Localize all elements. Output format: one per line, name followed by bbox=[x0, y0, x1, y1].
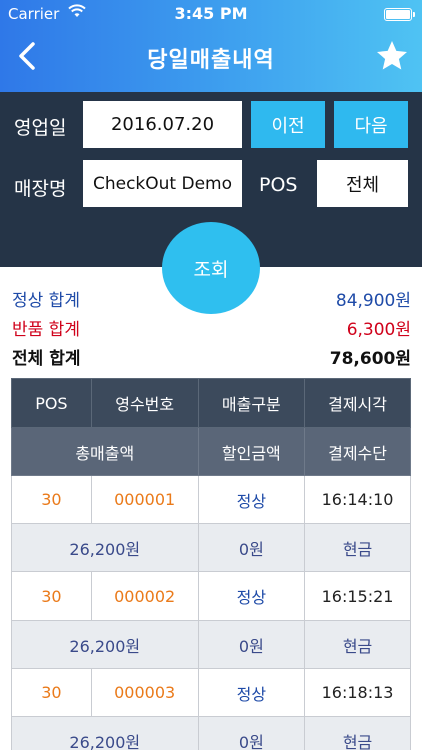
table-row[interactable]: 26,200원 0원 현금 bbox=[11, 716, 411, 750]
cell-total-sales: 26,200원 bbox=[11, 716, 199, 750]
cell-pos: 30 bbox=[11, 571, 92, 621]
status-bar: Carrier 3:45 PM bbox=[0, 0, 422, 28]
cell-total-sales: 26,200원 bbox=[11, 620, 199, 669]
star-icon bbox=[377, 41, 407, 70]
table-header-row: POS 영수번호 매출구분 결제시각 bbox=[11, 378, 411, 428]
favorite-button[interactable] bbox=[374, 38, 414, 74]
header-receipt-no: 영수번호 bbox=[90, 378, 199, 428]
cell-pos: 30 bbox=[11, 668, 92, 717]
cell-discount: 0원 bbox=[197, 523, 306, 572]
normal-total-value: 84,900원 bbox=[335, 291, 411, 311]
header-sale-type: 매출구분 bbox=[197, 378, 306, 428]
next-date-button[interactable]: 다음 bbox=[334, 101, 408, 148]
page-title: 당일매출내역 bbox=[147, 48, 275, 73]
header-pos: POS bbox=[11, 378, 92, 428]
cell-total-sales: 26,200원 bbox=[11, 523, 199, 572]
header-discount: 할인금액 bbox=[197, 427, 306, 476]
top-bar: Carrier 3:45 PM 당일매출내역 bbox=[0, 0, 422, 92]
cell-sale-type: 정상 bbox=[197, 571, 306, 621]
table-row[interactable]: 30 000002 정상 16:15:21 bbox=[11, 571, 411, 621]
cell-receipt-no: 000003 bbox=[90, 668, 199, 717]
table-row[interactable]: 30 000001 정상 16:14:10 bbox=[11, 475, 411, 524]
cell-payment-time: 16:14:10 bbox=[304, 475, 411, 524]
cell-discount: 0원 bbox=[197, 716, 306, 750]
table-subheader-row: 총매출액 할인금액 결제수단 bbox=[11, 427, 411, 476]
cell-discount: 0원 bbox=[197, 620, 306, 669]
cell-sale-type: 정상 bbox=[197, 668, 306, 717]
return-total-label: 반품 합계 bbox=[12, 320, 80, 340]
sales-table: POS 영수번호 매출구분 결제시각 총매출액 할인금액 결제수단 30 000… bbox=[11, 378, 411, 750]
header-payment-method: 결제수단 bbox=[304, 427, 411, 476]
cell-payment-time: 16:15:21 bbox=[304, 571, 411, 621]
prev-date-button[interactable]: 이전 bbox=[251, 101, 325, 148]
pos-select[interactable]: 전체 bbox=[317, 160, 408, 207]
pos-label: POS bbox=[259, 174, 298, 196]
cell-pos: 30 bbox=[11, 475, 92, 524]
table-row[interactable]: 30 000003 정상 16:18:13 bbox=[11, 668, 411, 717]
status-time: 3:45 PM bbox=[174, 4, 248, 23]
store-label: 매장명 bbox=[14, 178, 67, 200]
date-label: 영업일 bbox=[14, 117, 67, 139]
grand-total-label: 전체 합계 bbox=[12, 349, 81, 369]
normal-total-label: 정상 합계 bbox=[12, 291, 80, 311]
date-field[interactable]: 2016.07.20 bbox=[83, 101, 242, 148]
cell-payment-method: 현금 bbox=[304, 716, 411, 750]
grand-total-value: 78,600원 bbox=[329, 349, 411, 369]
cell-payment-method: 현금 bbox=[304, 523, 411, 572]
cell-receipt-no: 000002 bbox=[90, 571, 199, 621]
store-field[interactable]: CheckOut Demo bbox=[83, 160, 242, 207]
table-row[interactable]: 26,200원 0원 현금 bbox=[11, 523, 411, 572]
return-total-value: 6,300원 bbox=[346, 320, 411, 340]
header-total-sales: 총매출액 bbox=[11, 427, 199, 476]
cell-payment-time: 16:18:13 bbox=[304, 668, 411, 717]
cell-sale-type: 정상 bbox=[197, 475, 306, 524]
header-payment-time: 결제시각 bbox=[304, 378, 411, 428]
table-row[interactable]: 26,200원 0원 현금 bbox=[11, 620, 411, 669]
battery-icon bbox=[384, 8, 415, 21]
search-button[interactable]: 조회 bbox=[162, 222, 260, 314]
cell-payment-method: 현금 bbox=[304, 620, 411, 669]
cell-receipt-no: 000001 bbox=[90, 475, 199, 524]
